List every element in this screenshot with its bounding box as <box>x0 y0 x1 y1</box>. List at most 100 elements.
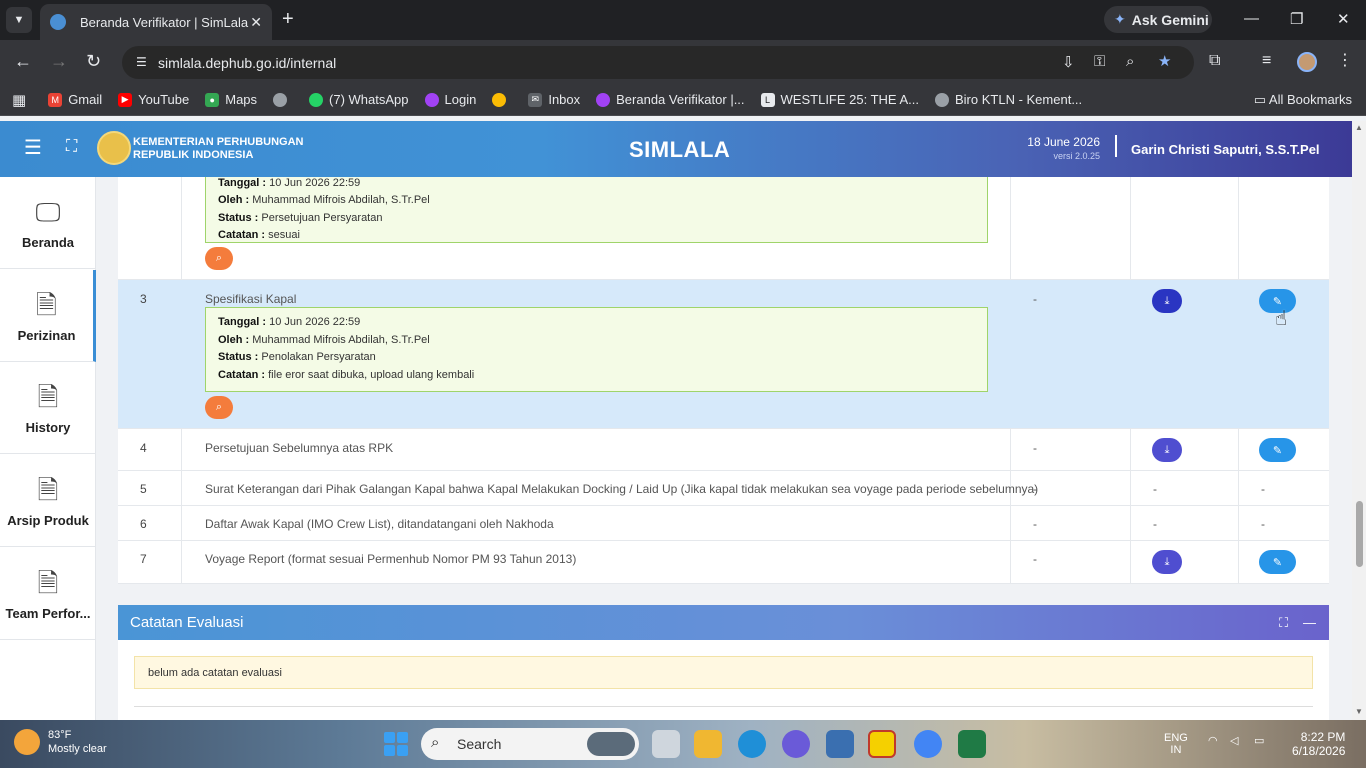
search-icon: ⌕ <box>431 734 440 751</box>
apps-grid-icon[interactable]: ▦ <box>12 91 26 109</box>
bookmark-login[interactable]: Login <box>424 92 476 107</box>
fullscreen-icon[interactable]: ⛶ <box>66 138 77 156</box>
header-user-name[interactable]: Garin Christi Saputri, S.S.T.Pel <box>1131 142 1320 157</box>
system-clock[interactable]: 8:22 PM 6/18/2026 <box>1292 730 1345 758</box>
weather-widget[interactable]: 83°F Mostly clear <box>14 728 107 756</box>
taskbar-search[interactable]: ⌕ Search <box>421 728 639 760</box>
bookmark-beranda-verifikator[interactable]: Beranda Verifikator |... <box>596 92 745 107</box>
keterangan-value: - <box>1033 292 1037 306</box>
verification-note: Tanggal : 10 Jun 2026 22:59 Oleh : Muham… <box>205 177 988 243</box>
camera-app-icon[interactable] <box>826 730 854 758</box>
document-icon: 🗎 <box>37 475 59 505</box>
sidebar-item-arsip-produk[interactable]: 🗎 Arsip Produk <box>0 455 96 547</box>
address-bar[interactable]: ☰ simlala.dephub.go.id/internal ⇩ ⚿ ⌕ ★ <box>122 46 1194 79</box>
wifi-icon[interactable]: ◠ <box>1208 734 1218 747</box>
ask-gemini-label: Ask Gemini <box>1131 11 1209 28</box>
new-tab-button[interactable]: + <box>282 9 294 29</box>
install-app-icon[interactable]: ⇩ <box>1062 53 1075 71</box>
sidebar: 🖵 Beranda 🗎 Perizinan 🗎 History 🗎 Arsip … <box>0 177 96 720</box>
windows-taskbar: 83°F Mostly clear ⌕ Search ENG IN ◠ ◁ ▭ … <box>0 720 1366 768</box>
header-divider <box>1115 135 1117 157</box>
file-explorer-icon[interactable] <box>694 730 722 758</box>
bookmark-globe[interactable] <box>273 92 293 107</box>
bookmark-inbox[interactable]: ✉ Inbox <box>528 92 580 107</box>
tab-list-button[interactable]: ▼ <box>6 7 32 33</box>
download-empty: - <box>1153 517 1157 531</box>
bookmark-whatsapp[interactable]: (7) WhatsApp <box>309 92 409 107</box>
scroll-down-icon[interactable]: ▼ <box>1355 707 1363 716</box>
edge-browser-icon[interactable] <box>738 730 766 758</box>
browser-tab-active[interactable]: Beranda Verifikator | SimLala ✕ <box>40 4 272 40</box>
bookmark-biro-ktln[interactable]: Biro KTLN - Kement... <box>935 92 1082 107</box>
language-indicator[interactable]: ENG IN <box>1164 732 1188 756</box>
bookmark-pinwheel[interactable] <box>492 92 512 107</box>
bookmark-westlife[interactable]: L WESTLIFE 25: THE A... <box>760 92 919 107</box>
document-name: Daftar Awak Kapal (IMO Crew List), ditan… <box>205 517 554 531</box>
sidebar-item-team-performance[interactable]: 🗎 Team Perfor... <box>0 548 96 640</box>
copilot-icon[interactable] <box>782 730 810 758</box>
edit-button[interactable]: ✎ <box>1259 550 1296 574</box>
main-content: Tanggal : 10 Jun 2026 22:59 Oleh : Muham… <box>96 177 1352 720</box>
header-date: 18 June 2026 <box>1027 135 1100 149</box>
forward-arrow-icon[interactable]: → <box>50 51 68 71</box>
letterboxd-icon: L <box>760 92 775 107</box>
header-version: versi 2.0.25 <box>1053 151 1100 161</box>
back-arrow-icon[interactable]: ← <box>14 51 32 71</box>
catatan-evaluasi-header: Catatan Evaluasi <box>118 605 1329 640</box>
scrollbar-thumb[interactable] <box>1356 501 1363 567</box>
zoom-icon[interactable]: ⌕ <box>1126 53 1134 70</box>
sidebar-item-history[interactable]: 🗎 History <box>0 362 96 454</box>
edit-icon: ✎ <box>1272 556 1283 569</box>
bookmark-star-icon[interactable]: ★ <box>1158 52 1171 70</box>
close-window-icon[interactable]: ✕ <box>1337 10 1350 28</box>
extensions-icon[interactable]: ⧉ <box>1209 52 1220 70</box>
browser-toolbar: ← → ↻ ☰ simlala.dephub.go.id/internal ⇩ … <box>0 40 1366 84</box>
sidebar-item-perizinan[interactable]: 🗎 Perizinan <box>0 270 96 362</box>
catatan-evaluasi-card: Catatan Evaluasi ⛶ — belum ada catatan e… <box>118 605 1329 720</box>
collapse-icon[interactable]: — <box>1303 615 1316 630</box>
download-button[interactable]: ⤓ <box>1152 289 1182 313</box>
browser-tab-bar: ▼ Beranda Verifikator | SimLala ✕ + ✦ As… <box>0 0 1366 40</box>
task-view-icon[interactable] <box>652 730 680 758</box>
edit-button[interactable]: ✎ <box>1259 438 1296 462</box>
reload-icon[interactable]: ↻ <box>86 51 101 71</box>
minimize-icon[interactable]: — <box>1244 10 1259 27</box>
bookmark-maps[interactable]: ● Maps <box>205 92 257 107</box>
restore-icon[interactable]: ❐ <box>1290 10 1303 28</box>
pinwheel-icon <box>492 92 507 107</box>
bookmark-gmail[interactable]: M Gmail <box>48 92 102 107</box>
folder-icon: ▭ <box>1253 92 1269 107</box>
maximize-icon[interactable]: ⛶ <box>1279 615 1288 631</box>
simlala-site-icon <box>596 92 611 107</box>
battery-icon[interactable]: ▭ <box>1254 734 1264 747</box>
download-button[interactable]: ⤓ <box>1152 550 1182 574</box>
view-history-button[interactable]: ⌕ <box>205 396 233 419</box>
site-settings-icon[interactable]: ☰ <box>136 55 147 69</box>
ask-gemini-button[interactable]: ✦ Ask Gemini <box>1104 6 1212 33</box>
edit-empty: - <box>1261 482 1265 496</box>
row-number: 5 <box>140 482 147 496</box>
download-button[interactable]: ⤓ <box>1152 438 1182 462</box>
page-scrollbar[interactable]: ▲ ▼ <box>1352 121 1366 720</box>
view-history-button[interactable]: ⌕ <box>205 247 233 270</box>
excel-icon[interactable] <box>958 730 986 758</box>
table-row: 7 Voyage Report (format sesuai Permenhub… <box>118 541 1329 584</box>
menu-kebab-icon[interactable]: ⋮ <box>1337 50 1353 70</box>
scroll-up-icon[interactable]: ▲ <box>1355 123 1363 132</box>
windows-start-icon[interactable] <box>384 732 408 756</box>
row-number: 6 <box>140 517 147 531</box>
profile-avatar[interactable] <box>1297 52 1317 72</box>
site-favicon-icon <box>50 14 66 30</box>
sticky-notes-icon[interactable] <box>868 730 896 758</box>
bookmark-youtube[interactable]: ▶ YouTube <box>118 92 189 107</box>
edit-empty: - <box>1261 517 1265 531</box>
media-control-icon[interactable]: ≡ <box>1262 52 1271 70</box>
volume-icon[interactable]: ◁ <box>1230 734 1238 747</box>
sidebar-item-beranda[interactable]: 🖵 Beranda <box>0 177 96 269</box>
hamburger-menu-icon[interactable]: ☰ <box>24 138 42 158</box>
all-bookmarks-button[interactable]: ▭ All Bookmarks <box>1254 92 1352 108</box>
chrome-icon[interactable] <box>914 730 942 758</box>
tab-close-icon[interactable]: ✕ <box>250 14 262 31</box>
gemini-spark-icon: ✦ <box>1114 11 1126 27</box>
password-key-icon[interactable]: ⚿ <box>1094 53 1105 70</box>
